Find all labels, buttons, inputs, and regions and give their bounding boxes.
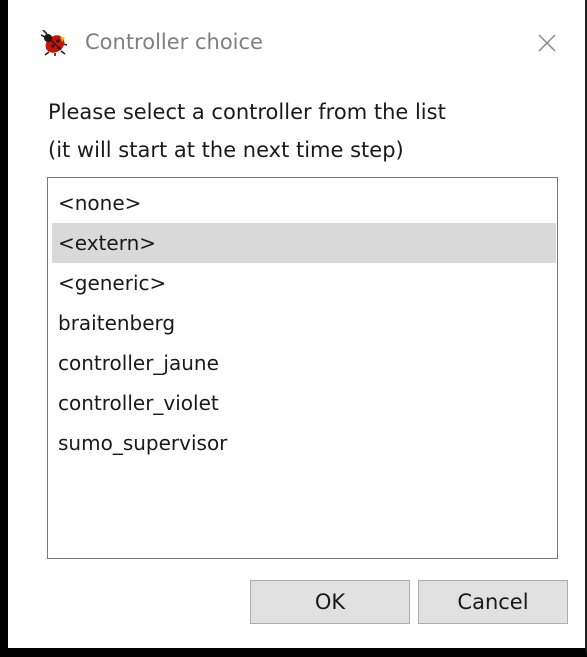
close-icon [538,34,556,52]
window-title: Controller choice [85,30,263,54]
title-bar[interactable]: Controller choice [8,0,585,74]
cancel-button[interactable]: Cancel [418,580,568,624]
ladybug-icon [41,30,67,56]
instruction-line-1: Please select a controller from the list [48,100,446,124]
controller-choice-dialog: Controller choice Please select a contro… [0,0,587,657]
list-item-controller-violet[interactable]: controller_violet [52,383,556,423]
list-item-controller-jaune[interactable]: controller_jaune [52,343,556,383]
list-item-braitenberg[interactable]: braitenberg [52,303,556,343]
ok-button[interactable]: OK [250,580,410,624]
instruction-line-2: (it will start at the next time step) [48,138,404,162]
list-item-sumo-supervisor[interactable]: sumo_supervisor [52,423,556,463]
list-item-generic[interactable]: <generic> [52,263,556,303]
instruction-text: Please select a controller from the list… [48,93,446,169]
controller-list[interactable]: <none> <extern> <generic> braitenberg co… [47,177,558,559]
close-button[interactable] [532,28,562,58]
list-item-none[interactable]: <none> [52,183,556,223]
list-item-extern[interactable]: <extern> [52,223,556,263]
